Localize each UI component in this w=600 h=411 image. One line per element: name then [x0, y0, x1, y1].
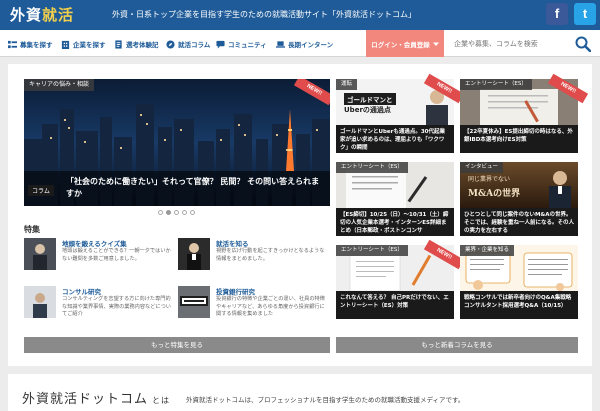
hero-title: 「社会のために働きたい」それって官僚？ 民間？ その問い答えられますか: [66, 177, 320, 198]
person-photo: [549, 171, 571, 208]
feature-desc: 地頭は鍛えることができる？一朝一夕ではいかない難問を多数ご用意しました。: [62, 248, 171, 262]
search-button[interactable]: [566, 30, 600, 57]
card-caption: 戦略コンサルでは新卒者向けのQ&A集戦略コンサルタント採用選考Q&A（10/15…: [460, 291, 578, 319]
wall-street-sign-image: [178, 286, 210, 318]
feature-title: 投資銀行研究: [216, 288, 255, 296]
chevron-down-icon: [432, 42, 439, 46]
column-card[interactable]: エントリーシート（ES） NEW!! これなんて答える？ 自己PRだけでない、エ…: [336, 239, 465, 319]
login-label: ログイン・会員登録: [371, 40, 430, 49]
column-card[interactable]: 業界・企業を知る 戦略コンサルでは新卒者向けのQ&A集戦略コンサルタント採用選考…: [460, 245, 578, 319]
card-caption: ひとつとして同じ案件のないM&Aの世界。そこでは、経験を重ね一人前になる。その人…: [460, 208, 578, 236]
hero-category-label: キャリアの悩み・相談: [24, 79, 95, 91]
feature-investment-bank[interactable]: 投資銀行研究 投資銀行の特徴や企業ごとの違い、社員の特徴やキャリアなど、あらゆる…: [178, 286, 328, 324]
about-section: 外資就活ドットコム とは 外資就活ドットコムは、プロフェッショナルを目指す学生のた…: [8, 374, 592, 411]
card-category-label: 業界・企業を知る: [460, 245, 515, 256]
card-caption: 【22卒夏休み】ES提出締切の時はなる、外銀IBD本選考向けES対策: [460, 125, 578, 153]
card-category-label: 運転: [336, 79, 358, 90]
document-icon: [115, 39, 122, 49]
card-category-label: インタビュー: [460, 162, 504, 173]
feature-title: 地頭を鍛えるクイズ集: [62, 240, 127, 248]
more-columns-button[interactable]: もっと新着コラムを見る: [336, 337, 578, 353]
logo-main-text: 外資: [10, 6, 43, 24]
feature-job-hunting[interactable]: 就活を知る 視野を広げ行動を起こすきっかけとなるような情報をまとめました。: [178, 238, 328, 276]
site-logo[interactable]: 外資就活: [10, 4, 74, 25]
search-list-icon: [8, 40, 17, 48]
feature-thumb-image: [178, 238, 210, 270]
compass-icon: [166, 39, 175, 49]
nav-search-jobs[interactable]: 募集を探す: [8, 38, 53, 50]
carousel-dot[interactable]: [182, 210, 187, 215]
top-bar: 外資就活 外資・日系トップ企業を目指す学生のための就職活動サイト「外資就活ドット…: [0, 0, 600, 30]
nav-community[interactable]: コミュニティ: [216, 38, 267, 50]
column-card[interactable]: エントリーシート（ES） 【ES締切】10/25（日）〜10/31（土）締切の人…: [336, 162, 454, 236]
feature-quiz[interactable]: 地頭を鍛えるクイズ集 地頭は鍛えることができる？一朝一夕ではいかない難問を多数ご…: [24, 238, 174, 276]
nav-experiences[interactable]: 選考体験記: [114, 38, 159, 50]
card-caption: 【ES締切】10/25（日）〜10/31（土）締切の人気企業本選考・インターンE…: [336, 208, 454, 236]
card-category-label: エントリーシート（ES）: [336, 162, 408, 173]
card-image-text: の通過点: [362, 106, 391, 114]
features-heading: 特集: [24, 225, 40, 234]
about-title: 外資就活ドットコム とは: [22, 388, 170, 407]
card-category-label: エントリーシート（ES）: [460, 79, 532, 90]
about-text: 外資就活ドットコムは、プロフェッショナルを目指す学生のための就職活動支援メディア…: [186, 396, 465, 404]
building-icon: [61, 40, 70, 49]
search-input[interactable]: [448, 34, 564, 53]
nav-long-internship[interactable]: 長期インターン: [276, 38, 333, 50]
column-card[interactable]: エントリーシート（ES） NEW!! 【22卒夏休み】ES提出締切の時はなる、外…: [460, 73, 589, 153]
carousel-dot[interactable]: [190, 210, 195, 215]
card-image-text: Uber: [344, 106, 363, 114]
nav-label: コミュニティ: [228, 41, 267, 49]
twitter-icon[interactable]: t: [574, 3, 596, 25]
carousel-dots: [158, 210, 195, 215]
logo-accent-text: 就活: [42, 6, 75, 24]
more-features-button[interactable]: もっと特集を見る: [24, 337, 330, 353]
carousel-dot[interactable]: [174, 210, 179, 215]
nav-label: 選考体験記: [126, 41, 159, 49]
card-category-label: エントリーシート（ES）: [336, 245, 408, 256]
feature-thumb-image: [24, 238, 56, 270]
feature-title: コンサル研究: [62, 288, 101, 296]
nav-label: 企業を探す: [73, 41, 106, 49]
carousel-dot-active[interactable]: [166, 210, 171, 215]
login-register-button[interactable]: ログイン・会員登録: [366, 30, 444, 57]
feature-consulting[interactable]: コンサル研究 コンサルティングを志望する方に向けた専門的な知識や業界事情、実際の…: [24, 286, 174, 324]
hero-caption: コラム 「社会のために働きたい」それって官僚？ 民間？ その問い答えられますか: [24, 171, 330, 206]
nav-columns[interactable]: 就活コラム: [166, 38, 210, 50]
nav-search-companies[interactable]: 企業を探す: [61, 38, 106, 50]
facebook-icon[interactable]: f: [546, 3, 568, 25]
laptop-icon: [276, 40, 285, 48]
column-card[interactable]: 同じ業界でない M&Aの世界 インタビュー ひとつとして同じ案件のないM&Aの世…: [460, 162, 578, 236]
search-icon: [575, 36, 591, 52]
card-caption: ゴールドマンとUberも通過点。30代起業家が追い求めるのは、理屈よりも「ワクワ…: [336, 125, 454, 153]
chat-icon: [216, 40, 225, 49]
hero-article[interactable]: キャリアの悩み・相談 NEW!! コラム 「社会のために働きたい」それって官僚？…: [24, 79, 330, 206]
feature-desc: コンサルティングを志望する方に向けた専門的な知識や業界事情、実際の業務内容などに…: [62, 296, 171, 317]
feature-desc: 投資銀行の特徴や企業ごとの違い、社員の特徴やキャリアなど、あらゆる角度から投資銀…: [216, 296, 325, 317]
nav-label: 長期インターン: [288, 41, 334, 49]
card-image-text: ゴールドマンと: [344, 93, 396, 105]
about-title-suffix: とは: [152, 396, 171, 405]
site-tagline: 外資・日系トップ企業を目指す学生のための就職活動サイト「外資就活ドットコム」: [112, 10, 416, 19]
feature-thumb-image: [24, 286, 56, 318]
nav-label: 就活コラム: [178, 41, 211, 49]
card-caption: これなんて答える？ 自己PRだけでない、エントリーシート（ES）対策: [336, 291, 454, 319]
feature-title: 就活を知る: [216, 240, 249, 248]
card-image-text: M&Aの世界: [468, 189, 521, 199]
main-content: キャリアの悩み・相談 NEW!! コラム 「社会のために働きたい」それって官僚？…: [8, 64, 592, 366]
column-tag: コラム: [28, 185, 54, 196]
column-card[interactable]: ゴールドマンと Uberの通過点 運転 NEW!! ゴールドマンとUberも通過…: [336, 73, 465, 153]
nav-label: 募集を探す: [20, 41, 53, 49]
feature-desc: 視野を広げ行動を起こすきっかけとなるような情報をまとめました。: [216, 248, 325, 262]
carousel-dot[interactable]: [158, 210, 163, 215]
about-title-text: 外資就活ドットコム: [22, 392, 149, 407]
card-image-text: 同じ業界でない: [468, 176, 511, 183]
